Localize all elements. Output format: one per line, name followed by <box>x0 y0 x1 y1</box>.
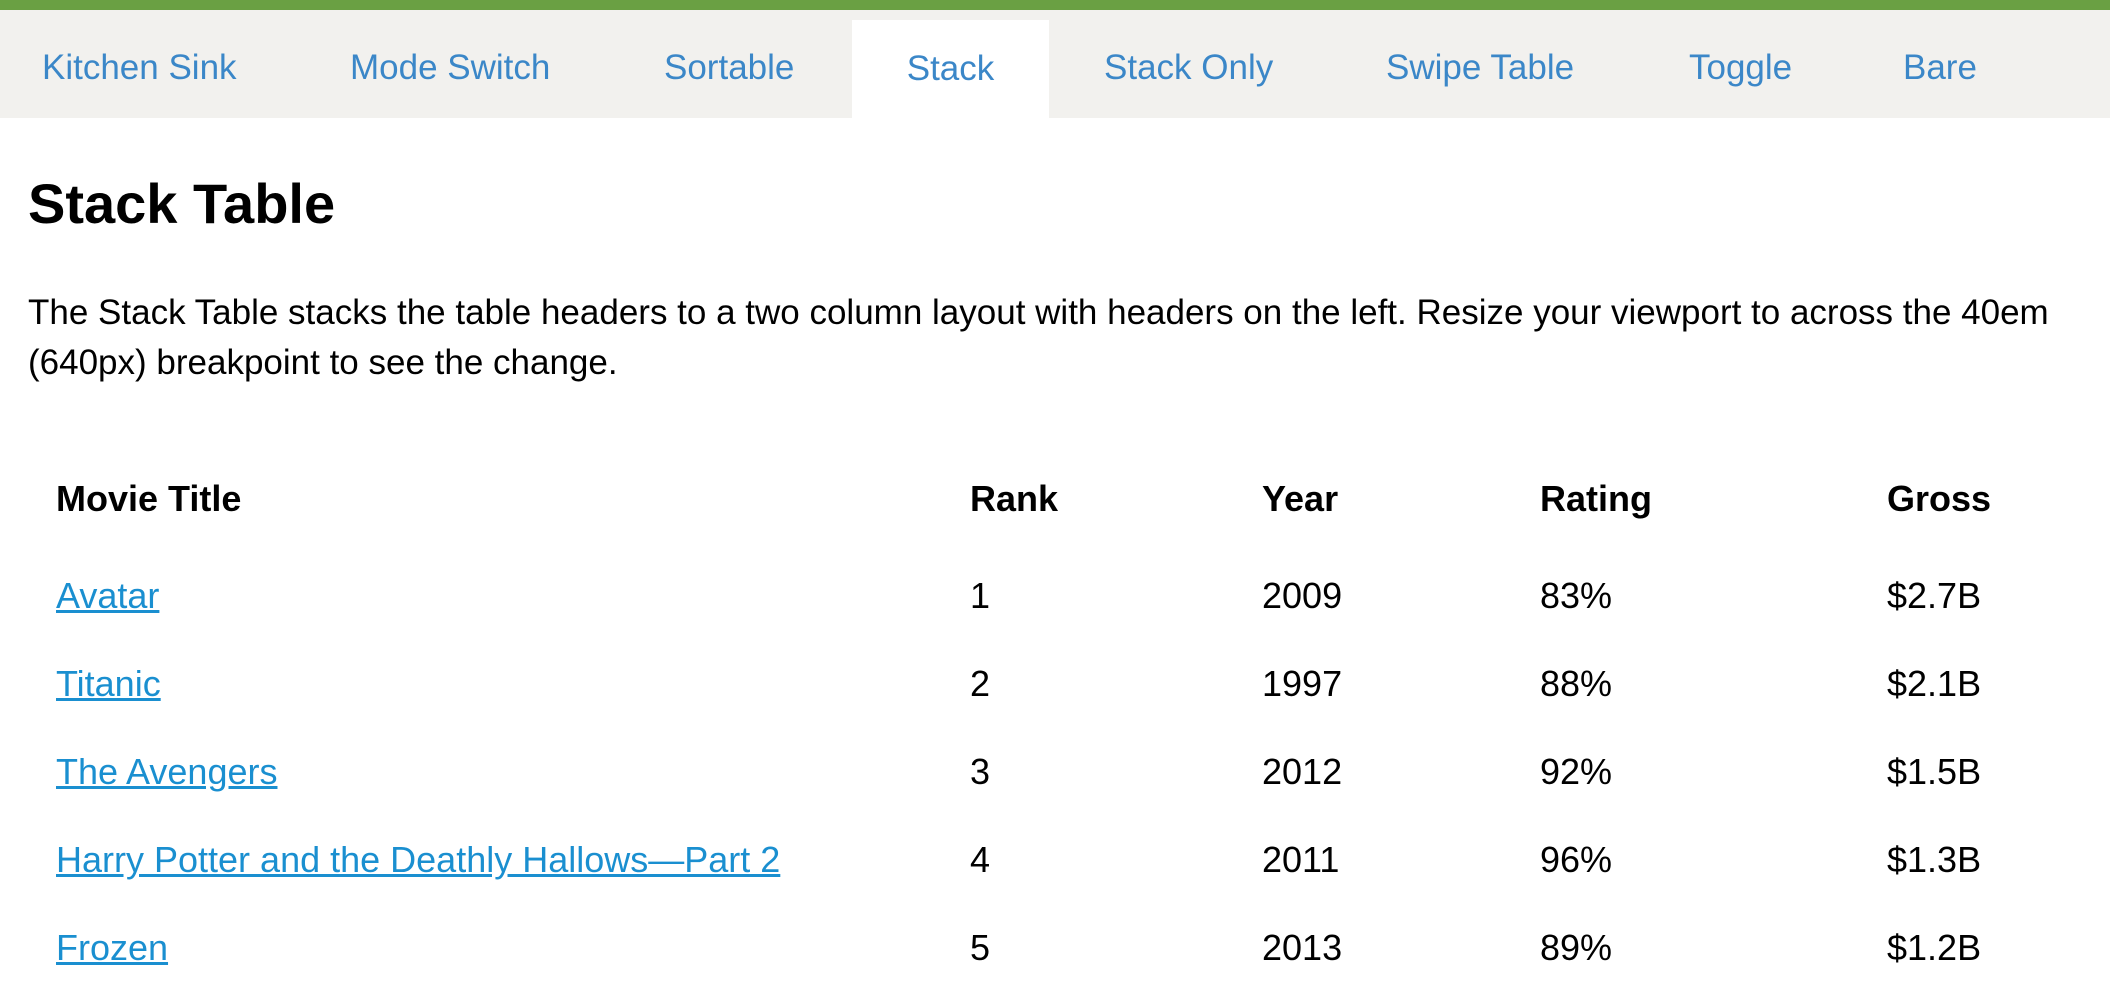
gross-cell: $1.5B <box>1887 751 1982 792</box>
tab-bare[interactable]: Bare <box>1903 10 1977 118</box>
table-row: Avatar 1 2009 83% $2.7B <box>0 552 2110 640</box>
rank-cell: 5 <box>970 927 991 968</box>
page: Kitchen Sink Mode Switch Sortable Stack … <box>0 0 2110 990</box>
rating-cell: 92% <box>1540 751 1613 792</box>
rating-cell: 96% <box>1540 839 1613 880</box>
movie-link[interactable]: Harry Potter and the Deathly Hallows—Par… <box>56 839 780 880</box>
rank-cell: 1 <box>970 575 991 616</box>
tab-bar <box>0 10 2110 118</box>
tab-mode-switch[interactable]: Mode Switch <box>350 10 550 118</box>
header-rank: Rank <box>970 478 1059 519</box>
header-year: Year <box>1262 478 1339 519</box>
header-movie-title: Movie Title <box>56 478 242 519</box>
tab-toggle[interactable]: Toggle <box>1689 10 1792 118</box>
movie-link[interactable]: The Avengers <box>56 751 277 792</box>
tab-swipe-table[interactable]: Swipe Table <box>1386 10 1574 118</box>
gross-cell: $1.3B <box>1887 839 1982 880</box>
rank-cell: 3 <box>970 751 991 792</box>
movie-link[interactable]: Titanic <box>56 663 161 704</box>
table-row: Harry Potter and the Deathly Hallows—Par… <box>0 816 2110 904</box>
year-cell: 2013 <box>1262 927 1343 968</box>
movie-link[interactable]: Avatar <box>56 575 159 616</box>
year-cell: 2009 <box>1262 575 1343 616</box>
year-cell: 2011 <box>1262 839 1340 880</box>
gross-cell: $1.2B <box>1887 927 1982 968</box>
gross-cell: $2.1B <box>1887 663 1982 704</box>
page-description: The Stack Table stacks the table headers… <box>28 293 2049 382</box>
table-row: Titanic 2 1997 88% $2.1B <box>0 640 2110 728</box>
year-cell: 2012 <box>1262 751 1343 792</box>
gross-cell: $2.7B <box>1887 575 1982 616</box>
rank-cell: 4 <box>970 839 991 880</box>
rank-cell: 2 <box>970 663 991 704</box>
table-header-row: Movie Title Rank Year Rating Gross <box>0 455 2110 543</box>
tab-sortable[interactable]: Sortable <box>664 10 794 118</box>
movie-link[interactable]: Frozen <box>56 927 168 968</box>
header-rating: Rating <box>1540 478 1652 519</box>
tab-stack-only[interactable]: Stack Only <box>1104 10 1273 118</box>
page-title: Stack Table <box>28 172 336 235</box>
tab-stack[interactable]: Stack <box>852 20 1049 118</box>
accent-bar <box>0 0 2110 10</box>
table-row: Frozen 5 2013 89% $1.2B <box>0 904 2110 990</box>
rating-cell: 89% <box>1540 927 1613 968</box>
rating-cell: 88% <box>1540 663 1613 704</box>
rating-cell: 83% <box>1540 575 1613 616</box>
tab-kitchen-sink[interactable]: Kitchen Sink <box>42 10 237 118</box>
header-gross: Gross <box>1887 478 1992 519</box>
year-cell: 1997 <box>1262 663 1343 704</box>
table-row: The Avengers 3 2012 92% $1.5B <box>0 728 2110 816</box>
